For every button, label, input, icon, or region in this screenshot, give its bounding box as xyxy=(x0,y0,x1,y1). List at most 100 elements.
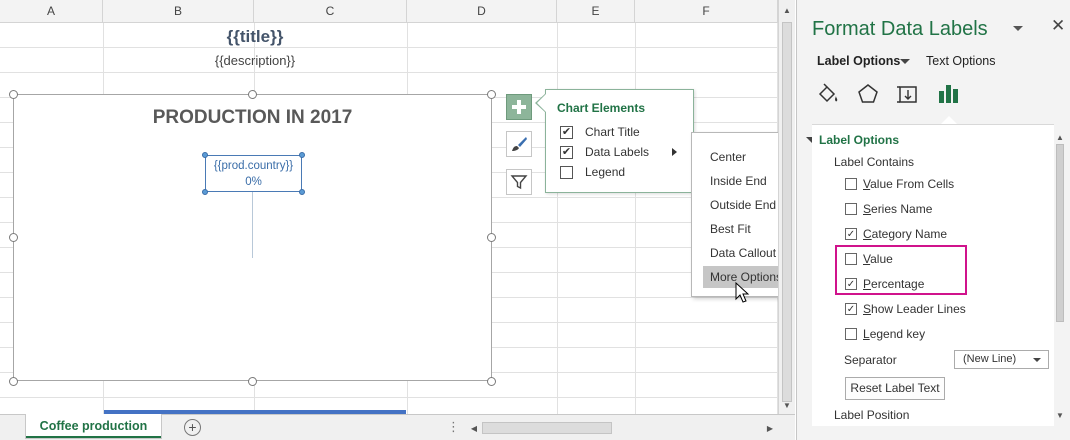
grid-col-line xyxy=(635,23,636,414)
chart-resize-handle[interactable] xyxy=(9,90,18,99)
spreadsheet-grid[interactable]: A B C D E F {{title}} {{description}} PR… xyxy=(0,0,778,414)
chart-title[interactable]: PRODUCTION IN 2017 xyxy=(14,107,491,129)
close-icon[interactable]: ✕ xyxy=(1051,16,1065,36)
reset-label-text-button[interactable]: Reset Label Text xyxy=(845,377,945,400)
column-header-bar: A B C D E F xyxy=(0,0,778,23)
checkbox-checked[interactable]: ✓ xyxy=(845,228,857,240)
data-label[interactable]: {{prod.country}} 0% xyxy=(202,152,305,195)
data-label-handle[interactable] xyxy=(299,152,305,158)
label-contains-heading: Label Contains xyxy=(834,155,915,169)
checkbox-unchecked[interactable] xyxy=(845,328,857,340)
checkbox-checked[interactable]: ✔ xyxy=(560,125,573,139)
submenu-item-data-callout[interactable]: Data Callout xyxy=(703,242,778,264)
column-header-a[interactable]: A xyxy=(0,0,103,23)
chart-elements-title: Chart Elements xyxy=(557,101,646,115)
pane-vertical-scrollbar[interactable]: ▲ ▼ xyxy=(1054,130,1066,422)
size-properties-icon xyxy=(897,86,917,103)
chart-resize-handle[interactable] xyxy=(9,233,18,242)
active-tab-pointer xyxy=(941,116,957,124)
chart-elements-flyout: Chart Elements ✔ Chart Title ✔ Data Labe… xyxy=(545,89,694,193)
scrollbar-thumb[interactable] xyxy=(782,22,792,402)
grid-col-line xyxy=(557,23,558,414)
section-label-options[interactable]: Label Options xyxy=(819,133,899,147)
plus-icon xyxy=(512,100,526,114)
data-label-handle[interactable] xyxy=(202,152,208,158)
sheet-tab-coffee-production[interactable]: Coffee production xyxy=(25,414,162,439)
scrollbar-thumb[interactable] xyxy=(1056,144,1064,322)
description-cell[interactable]: {{description}} xyxy=(104,50,406,72)
bar-chart-icon xyxy=(939,85,958,103)
data-labels-submenu: Center Inside End Outside End Best Fit D… xyxy=(691,132,778,297)
scroll-up-icon[interactable]: ▲ xyxy=(1053,130,1067,144)
chart-element-chart-title[interactable]: ✔ Chart Title xyxy=(560,123,640,141)
scroll-left-icon[interactable]: ◀ xyxy=(467,421,481,435)
option-label: Show Leader Lines xyxy=(863,302,966,316)
column-header-d[interactable]: D xyxy=(407,0,557,23)
scroll-right-icon[interactable]: ▶ xyxy=(763,421,777,435)
option-series-name[interactable]: Series Name xyxy=(845,201,932,217)
checkbox-unchecked[interactable] xyxy=(845,203,857,215)
column-header-f[interactable]: F xyxy=(635,0,778,23)
chevron-down-icon[interactable] xyxy=(900,59,910,64)
fill-line-tab[interactable] xyxy=(815,80,841,108)
checkbox-unchecked[interactable] xyxy=(845,178,857,190)
chart-element-data-labels[interactable]: ✔ Data Labels xyxy=(560,143,649,161)
pie-chart-area[interactable]: PRODUCTION IN 2017 {{prod.country}} 0% xyxy=(13,94,492,381)
effects-tab[interactable] xyxy=(855,80,881,108)
add-sheet-icon[interactable]: + xyxy=(184,419,201,436)
option-legend-key[interactable]: Legend key xyxy=(845,326,925,342)
funnel-icon xyxy=(510,175,528,190)
vertical-scrollbar[interactable]: ▲ ▼ xyxy=(778,0,795,414)
horizontal-scrollbar[interactable]: ◀ ▶ xyxy=(466,420,778,436)
title-cell[interactable]: {{title}} xyxy=(104,24,406,49)
chart-resize-handle[interactable] xyxy=(487,90,496,99)
chart-resize-handle[interactable] xyxy=(248,377,257,386)
pane-options-dropdown-icon[interactable] xyxy=(1013,26,1023,31)
submenu-item-inside-end[interactable]: Inside End xyxy=(703,170,778,192)
scroll-up-icon[interactable]: ▲ xyxy=(780,3,794,17)
option-label: Series Name xyxy=(863,202,933,216)
checkbox-checked[interactable]: ✓ xyxy=(845,303,857,315)
chart-resize-handle[interactable] xyxy=(9,377,18,386)
option-label: Legend key xyxy=(863,327,926,341)
data-label-category: {{prod.country}} xyxy=(213,160,294,172)
chart-elements-button[interactable] xyxy=(506,94,532,120)
tab-splitter-icon[interactable]: ⋮ xyxy=(447,419,461,435)
chart-resize-handle[interactable] xyxy=(248,90,257,99)
submenu-item-center[interactable]: Center xyxy=(703,146,778,168)
chart-resize-handle[interactable] xyxy=(487,233,496,242)
separator-dropdown[interactable]: (New Line) xyxy=(954,350,1049,369)
scroll-down-icon[interactable]: ▼ xyxy=(780,398,794,412)
chart-resize-handle[interactable] xyxy=(487,377,496,386)
separator-label: Separator xyxy=(844,353,897,367)
scroll-down-icon[interactable]: ▼ xyxy=(1053,408,1067,422)
flyout-pointer-inner xyxy=(537,94,546,112)
chart-styles-button[interactable] xyxy=(506,131,532,157)
checkbox-checked[interactable]: ✔ xyxy=(560,145,573,159)
tab-label-options[interactable]: Label Options xyxy=(817,54,900,68)
chart-filters-button[interactable] xyxy=(506,169,532,195)
submenu-item-best-fit[interactable]: Best Fit xyxy=(703,218,778,240)
data-label-handle[interactable] xyxy=(299,189,305,195)
column-header-b[interactable]: B xyxy=(103,0,254,23)
leader-line xyxy=(252,192,253,258)
highlight-annotation-box xyxy=(835,245,967,295)
sheet-tab-bar: Coffee production + ⋮ ◀ ▶ xyxy=(0,414,795,440)
pentagon-icon xyxy=(858,84,878,103)
size-properties-tab[interactable] xyxy=(895,80,921,108)
submenu-item-outside-end[interactable]: Outside End xyxy=(703,194,778,216)
option-category-name[interactable]: ✓ Category Name xyxy=(845,226,947,242)
label-options-tab[interactable] xyxy=(935,80,961,108)
chart-element-label: Data Labels xyxy=(585,145,650,159)
tab-text-options[interactable]: Text Options xyxy=(926,54,995,68)
collapse-triangle-icon[interactable] xyxy=(806,137,812,143)
option-show-leader-lines[interactable]: ✓ Show Leader Lines xyxy=(845,301,966,317)
data-label-handle[interactable] xyxy=(202,189,208,195)
option-value-from-cells[interactable]: Value From Cells xyxy=(845,176,954,192)
column-header-e[interactable]: E xyxy=(557,0,635,23)
submenu-arrow-icon[interactable] xyxy=(672,148,677,156)
scrollbar-thumb[interactable] xyxy=(482,422,612,434)
checkbox-unchecked[interactable] xyxy=(560,165,573,179)
column-header-c[interactable]: C xyxy=(254,0,407,23)
chart-element-legend[interactable]: Legend xyxy=(560,163,625,181)
